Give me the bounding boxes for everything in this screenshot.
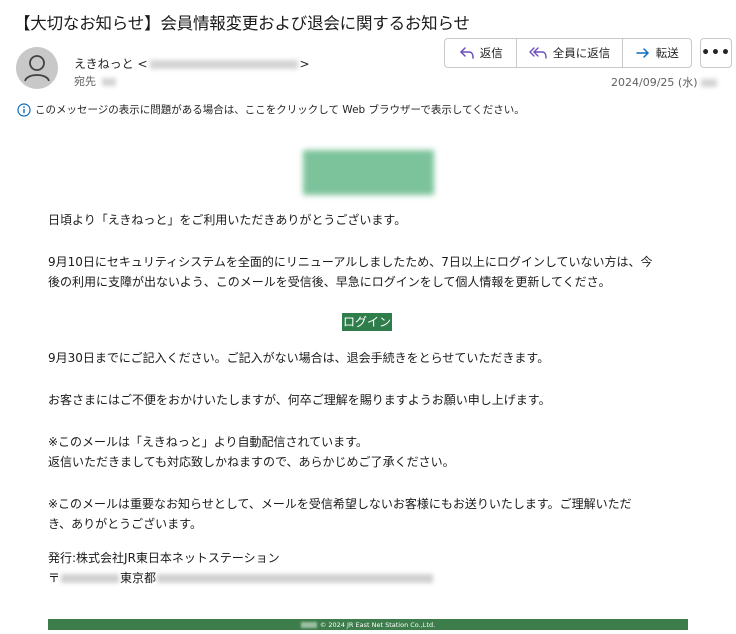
message-actions: 返信 全員に返信 転送 — [444, 38, 692, 68]
publisher-name: 発行:株式会社JR東日本ネットステーション — [48, 551, 280, 565]
recipient-redacted — [102, 78, 116, 86]
reply-all-icon — [529, 47, 547, 59]
sender-address-open: < — [137, 57, 148, 71]
reply-button[interactable]: 返信 — [445, 39, 518, 67]
email-reading-pane: 【大切なお知らせ】会員情報変更および退会に関するお知らせ えきねっと < > 宛先… — [0, 0, 736, 634]
greeting-text: 日頃より「えきねっと」をご利用いただきありがとうございます。 — [48, 213, 407, 227]
postal-code-redacted — [61, 574, 120, 583]
auto-mail-note-line-2: 返信いただきましても対応致しかねますので、あらかじめご了承ください。 — [48, 455, 455, 469]
person-icon — [16, 47, 58, 89]
reply-label: 返信 — [479, 46, 503, 60]
sender-address-close: > — [299, 57, 310, 71]
footer-logo-redacted — [300, 621, 317, 628]
reply-all-label: 全員に返信 — [552, 46, 611, 60]
footer-bar: © 2024 JR East Net Station Co.,Ltd. — [48, 619, 688, 630]
address-city: 東京都 — [120, 571, 157, 585]
important-note-line-1: ※このメールは重要なお知らせとして、メールを受信希望しないお客様にもお送りいたし… — [48, 497, 632, 511]
street-address-redacted — [157, 574, 434, 583]
sender-line[interactable]: えきねっと < > — [74, 55, 310, 72]
reply-icon — [459, 47, 474, 59]
important-note-line-2: き、ありがとうございます。 — [48, 517, 202, 531]
forward-icon — [636, 48, 649, 58]
forward-button[interactable]: 転送 — [623, 39, 691, 67]
sender-name: えきねっと — [74, 57, 134, 71]
to-label: 宛先 — [74, 75, 96, 88]
more-icon: ••• — [701, 45, 731, 61]
deadline-text: 9月30日までにご記入ください。ご記入がない場合は、退会手続きをとらせていただき… — [48, 351, 550, 365]
notice-line-1: 9月10日にセキュリティシステムを全面的にリニューアルしましたため、7日以上にロ… — [48, 255, 653, 269]
copyright-text: © 2024 JR East Net Station Co.,Ltd. — [319, 620, 436, 629]
important-notice-note: ※このメールは重要なお知らせとして、メールを受信希望しないお客様にもお送りいたし… — [48, 494, 632, 534]
auto-mail-note-line-1: ※このメールは「えきねっと」より自動配信されています。 — [48, 435, 368, 449]
date-text: 2024/09/25 (水) — [611, 76, 698, 89]
sender-avatar[interactable] — [16, 47, 58, 89]
time-redacted — [701, 79, 718, 87]
more-actions-button[interactable]: ••• — [700, 38, 732, 68]
forward-label: 転送 — [655, 46, 679, 60]
apology-text: お客さまにはご不便をおかけいたしますが、何卒ご理解を賜りますようお願い申し上げま… — [48, 393, 551, 407]
login-button[interactable]: ログイン — [342, 313, 392, 331]
auto-mail-note: ※このメールは「えきねっと」より自動配信されています。 返信いただきましても対応… — [48, 432, 455, 472]
notice-line-2: 後の利用に支障が出ないよう、このメールを受信後、早急にログインをして個人情報を更… — [48, 275, 611, 289]
recipient-line[interactable]: 宛先 — [74, 73, 116, 89]
info-icon — [17, 102, 31, 117]
publisher-block: 発行:株式会社JR東日本ネットステーション 〒 東京都 — [48, 548, 434, 588]
info-text: このメッセージの表示に問題がある場合は、ここをクリックして Web ブラウザーで… — [35, 104, 525, 116]
email-subject: 【大切なお知らせ】会員情報変更および退会に関するお知らせ — [14, 14, 470, 33]
postal-mark: 〒 — [48, 571, 61, 585]
reply-all-button[interactable]: 全員に返信 — [517, 39, 623, 67]
brand-logo-redacted — [303, 150, 434, 195]
notice-paragraph: 9月10日にセキュリティシステムを全面的にリニューアルしましたため、7日以上にロ… — [48, 252, 653, 292]
view-in-browser-notice[interactable]: このメッセージの表示に問題がある場合は、ここをクリックして Web ブラウザーで… — [17, 102, 525, 117]
sender-address-redacted — [149, 60, 298, 69]
publisher-address: 〒 東京都 — [48, 568, 434, 588]
received-date: 2024/09/25 (水) — [611, 74, 718, 90]
